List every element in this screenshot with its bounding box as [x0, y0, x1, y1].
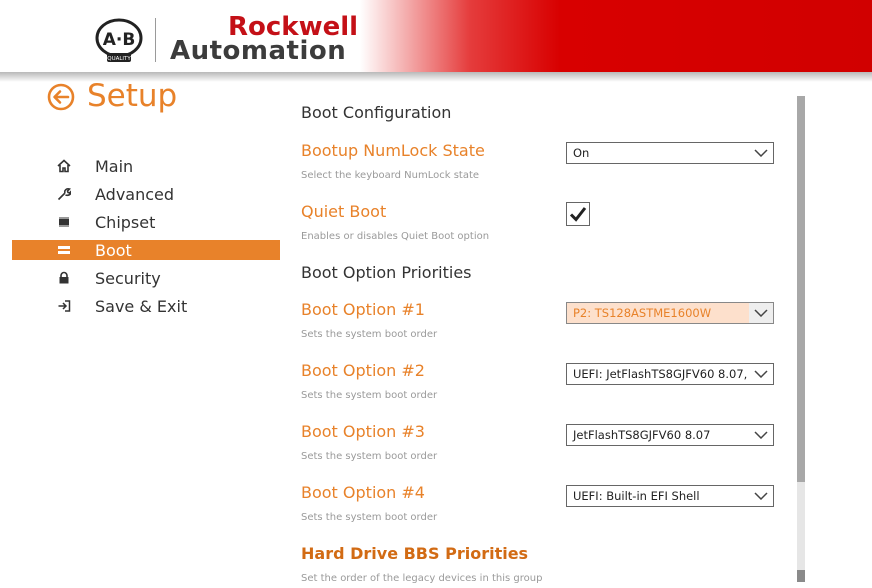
quiet-boot-title: Quiet Boot: [301, 202, 387, 221]
exit-icon: [56, 298, 72, 314]
hdd-bbs-priorities-help: Set the order of the legacy devices in t…: [301, 573, 543, 584]
quiet-boot-checkbox[interactable]: [566, 202, 590, 226]
sidebar-item-security[interactable]: Security: [12, 264, 280, 292]
sidebar-item-save-exit[interactable]: Save & Exit: [12, 292, 280, 320]
select-value: JetFlashTS8GJFV60 8.07: [573, 428, 711, 442]
sidebar-nav: Main Advanced Chipset Boot Security Save…: [12, 152, 280, 320]
section-boot-configuration: Boot Configuration: [301, 103, 452, 122]
select-value: UEFI: JetFlashTS8GJFV60 8.07,: [573, 367, 748, 381]
page-title: Setup: [87, 78, 178, 114]
sidebar-item-label: Main: [95, 156, 134, 176]
bootup-numlock-title: Bootup NumLock State: [301, 141, 485, 160]
boot-option-1-help: Sets the system boot order: [301, 329, 438, 340]
wrench-icon: [56, 186, 72, 202]
sidebar-item-main[interactable]: Main: [12, 152, 280, 180]
chevron-down-icon: [749, 143, 773, 163]
chip-icon: [56, 214, 72, 230]
sidebar-item-label: Advanced: [95, 184, 175, 204]
select-value: UEFI: Built-in EFI Shell: [573, 489, 700, 503]
lock-icon: [56, 270, 72, 286]
chevron-down-icon: [749, 425, 773, 445]
boot-option-2-select[interactable]: UEFI: JetFlashTS8GJFV60 8.07,: [566, 363, 774, 385]
scrollbar-end-cap: [797, 570, 805, 582]
section-boot-option-priorities: Boot Option Priorities: [301, 263, 472, 282]
sidebar-item-label: Security: [95, 268, 161, 288]
boot-option-3-title: Boot Option #3: [301, 422, 425, 441]
sidebar-item-label: Save & Exit: [95, 296, 188, 316]
sidebar-item-chipset[interactable]: Chipset: [12, 208, 280, 236]
boot-option-2-help: Sets the system boot order: [301, 390, 438, 401]
sidebar-item-advanced[interactable]: Advanced: [12, 180, 280, 208]
chevron-down-icon: [749, 303, 773, 323]
sidebar-item-boot[interactable]: Boot: [12, 240, 280, 260]
boot-option-3-help: Sets the system boot order: [301, 451, 438, 462]
select-value: On: [573, 146, 590, 160]
boot-option-4-select[interactable]: UEFI: Built-in EFI Shell: [566, 485, 774, 507]
bootup-numlock-help: Select the keyboard NumLock state: [301, 170, 480, 181]
boot-option-3-select[interactable]: JetFlashTS8GJFV60 8.07: [566, 424, 774, 446]
hdd-bbs-priorities-link[interactable]: Hard Drive BBS Priorities: [301, 544, 528, 563]
select-value: P2: TS128ASTME1600W: [567, 303, 749, 323]
boot-option-4-help: Sets the system boot order: [301, 512, 438, 523]
chevron-down-icon: [749, 486, 773, 506]
sidebar-item-label: Chipset: [95, 212, 156, 232]
checkmark-icon: [569, 207, 587, 222]
home-icon: [56, 158, 72, 174]
boot-option-2-title: Boot Option #2: [301, 361, 425, 380]
allen-bradley-logo: A·B QUALITY: [95, 18, 143, 62]
logo-divider: [155, 18, 156, 62]
numlock-state-select[interactable]: On: [566, 142, 774, 164]
boot-option-1-title: Boot Option #1: [301, 300, 425, 319]
svg-text:A·B: A·B: [103, 30, 136, 50]
sidebar-item-label: Boot: [95, 240, 132, 260]
brand-name-line2: Automation: [170, 36, 347, 66]
boot-option-1-select[interactable]: P2: TS128ASTME1600W: [566, 302, 774, 324]
chevron-down-icon: [749, 364, 773, 384]
svg-text:QUALITY: QUALITY: [107, 56, 131, 62]
back-arrow-icon[interactable]: [47, 83, 75, 111]
drive-icon: [56, 242, 72, 258]
quiet-boot-help: Enables or disables Quiet Boot option: [301, 231, 490, 242]
boot-option-4-title: Boot Option #4: [301, 483, 425, 502]
scrollbar-thumb[interactable]: [797, 96, 805, 482]
